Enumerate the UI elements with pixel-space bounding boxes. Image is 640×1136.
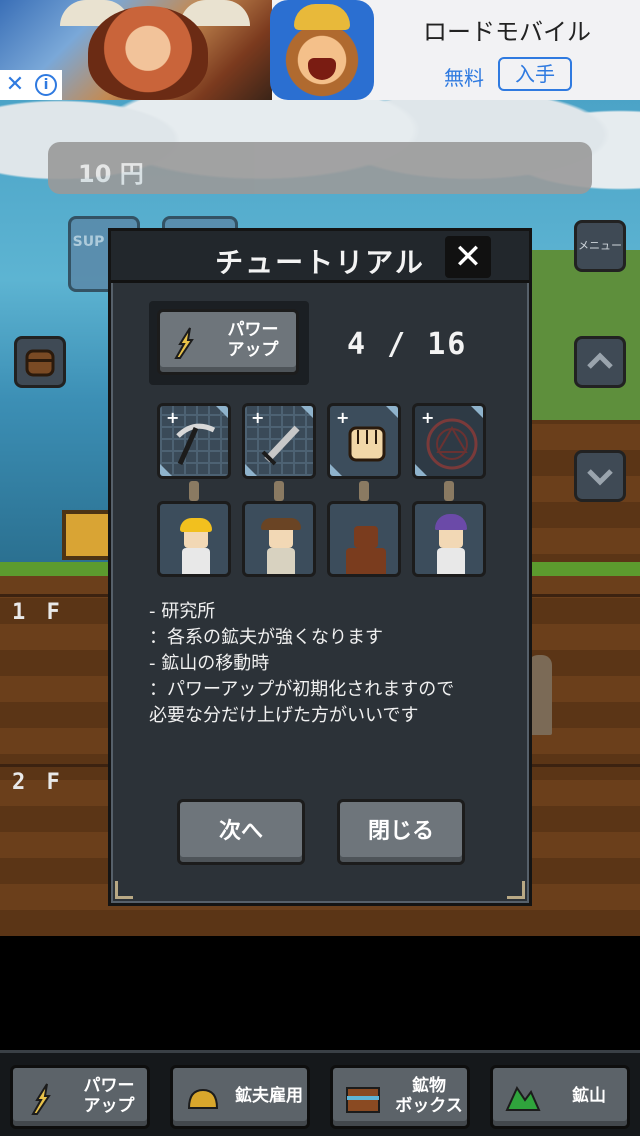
ad-app-icon-helmet bbox=[294, 4, 350, 30]
nav-power-up-line2: アップ bbox=[83, 1096, 135, 1116]
nav-hire-label: 鉱夫雇用 bbox=[235, 1086, 303, 1106]
slot-corner bbox=[301, 406, 313, 418]
barrel-button[interactable] bbox=[14, 336, 66, 388]
miner-body bbox=[182, 548, 210, 574]
next-button[interactable]: 次へ bbox=[177, 799, 305, 865]
plus-icon: + bbox=[166, 408, 180, 427]
scroll-up-button[interactable] bbox=[574, 336, 626, 388]
miner-hat bbox=[261, 518, 301, 530]
close-button[interactable]: 閉じる bbox=[337, 799, 465, 865]
ad-title: ロードモバイル bbox=[423, 18, 591, 46]
nav-power-up-button[interactable]: パワー アップ bbox=[10, 1065, 150, 1129]
description-line: ：各系の鉱夫が強くなります bbox=[149, 627, 383, 648]
miner-hat bbox=[435, 514, 467, 530]
upgrade-connector bbox=[274, 481, 284, 501]
ad-app-icon[interactable] bbox=[270, 0, 374, 100]
ad-price: 無料 bbox=[444, 66, 484, 90]
floor-label-1f: 1 F bbox=[12, 600, 64, 625]
upgrade-slot-magic[interactable]: + bbox=[412, 403, 486, 479]
miner-body bbox=[267, 548, 295, 574]
miner-helmet-icon bbox=[187, 1088, 219, 1109]
power-up-label-line1: パワー bbox=[227, 320, 279, 340]
chevron-down-icon bbox=[587, 469, 613, 486]
description-line: - 研究所 bbox=[149, 601, 216, 622]
miner-slot-scarecrow[interactable] bbox=[327, 501, 401, 577]
ad-art-warrior bbox=[88, 6, 208, 100]
close-icon[interactable]: ✕ bbox=[445, 236, 491, 278]
upgrade-slot-pickaxe[interactable]: + bbox=[157, 403, 231, 479]
miner-body bbox=[346, 548, 386, 574]
nav-mine-button[interactable]: 鉱山 bbox=[490, 1065, 630, 1129]
miner-head bbox=[354, 526, 378, 548]
mountain-icon bbox=[505, 1085, 541, 1111]
upgrade-connector bbox=[444, 481, 454, 501]
power-up-label: パワー アップ bbox=[210, 320, 296, 360]
nav-power-up-line1: パワー bbox=[83, 1076, 135, 1096]
menu-button[interactable]: メニュー bbox=[574, 220, 626, 272]
nav-ore-box-label: 鉱物 ボックス bbox=[389, 1076, 469, 1116]
money-display: 10 円 bbox=[48, 142, 592, 194]
info-icon: i bbox=[35, 74, 57, 96]
description-line: 必要な分だけ上げた方がいいです bbox=[149, 705, 419, 726]
power-up-progress: 4 / 16 bbox=[347, 327, 468, 362]
corner-ornament bbox=[115, 881, 133, 899]
tutorial-description: - 研究所 ：各系の鉱夫が強くなります - 鉱山の移動時 ：パワーアップが初期化… bbox=[149, 599, 509, 729]
barrel-icon bbox=[25, 349, 55, 377]
plus-icon: + bbox=[421, 408, 435, 427]
nav-hire-button[interactable]: 鉱夫雇用 bbox=[170, 1065, 310, 1129]
tutorial-dialog: チュートリアル ✕ パワー アップ 4 / 16 + + + + - 研究所 ：… bbox=[108, 228, 532, 906]
miner-wizard-icon bbox=[431, 514, 471, 574]
upgrade-connector bbox=[189, 481, 199, 501]
miner-slot-yellow-helmet[interactable] bbox=[157, 501, 231, 577]
plus-icon: + bbox=[336, 408, 350, 427]
power-up-label-line2: アップ bbox=[227, 340, 279, 360]
upgrade-connector bbox=[359, 481, 369, 501]
ad-info-button[interactable]: i bbox=[30, 70, 62, 100]
power-up-icon bbox=[174, 327, 194, 359]
ad-app-icon-mouth bbox=[308, 58, 336, 80]
treasure-chest-icon bbox=[346, 1087, 380, 1113]
corner-ornament bbox=[507, 881, 525, 899]
nav-power-up-label: パワー アップ bbox=[69, 1076, 149, 1116]
money-value: 10 円 bbox=[78, 160, 144, 188]
nav-ore-box-button[interactable]: 鉱物 ボックス bbox=[330, 1065, 470, 1129]
plus-icon: + bbox=[251, 408, 265, 427]
miner-yellow-helmet-icon bbox=[176, 518, 216, 574]
slot-corner bbox=[471, 406, 483, 418]
miner-body bbox=[437, 548, 465, 574]
slot-corner bbox=[245, 464, 257, 476]
miner-explorer-icon bbox=[261, 518, 301, 574]
miner-hat bbox=[180, 518, 212, 532]
chevron-up-icon bbox=[587, 352, 613, 369]
scroll-down-button[interactable] bbox=[574, 450, 626, 502]
upgrade-slot-fist[interactable]: + bbox=[327, 403, 401, 479]
ad-get-button[interactable]: 入手 bbox=[498, 57, 572, 91]
ad-close-icon[interactable]: ✕ bbox=[0, 70, 30, 100]
miner-slot-wizard[interactable] bbox=[412, 501, 486, 577]
ad-banner[interactable]: ロードモバイル 無料 入手 ✕ i bbox=[0, 0, 640, 100]
description-line: ：パワーアップが初期化されますので bbox=[149, 679, 455, 700]
nav-ore-box-line2: ボックス bbox=[395, 1096, 463, 1116]
floor-label-2f: 2 F bbox=[12, 770, 64, 795]
nav-ore-box-line1: 鉱物 bbox=[412, 1076, 446, 1096]
upgrade-slot-sword[interactable]: + bbox=[242, 403, 316, 479]
power-up-icon bbox=[31, 1083, 51, 1115]
slot-corner bbox=[216, 406, 228, 418]
slot-corner bbox=[415, 464, 427, 476]
bottom-nav: パワー アップ 鉱夫雇用 鉱物 ボックス 鉱山 bbox=[0, 1050, 640, 1136]
dialog-header: チュートリアル ✕ bbox=[111, 231, 529, 283]
miner-slot-explorer[interactable] bbox=[242, 501, 316, 577]
description-line: - 鉱山の移動時 bbox=[149, 653, 270, 674]
miner-scarecrow-icon bbox=[346, 518, 386, 574]
power-up-button[interactable]: パワー アップ bbox=[157, 309, 299, 375]
slot-corner bbox=[330, 464, 342, 476]
slot-corner bbox=[386, 406, 398, 418]
slot-corner bbox=[160, 464, 172, 476]
menu-label: メニュー bbox=[578, 239, 622, 252]
nav-mine-label: 鉱山 bbox=[572, 1086, 606, 1106]
